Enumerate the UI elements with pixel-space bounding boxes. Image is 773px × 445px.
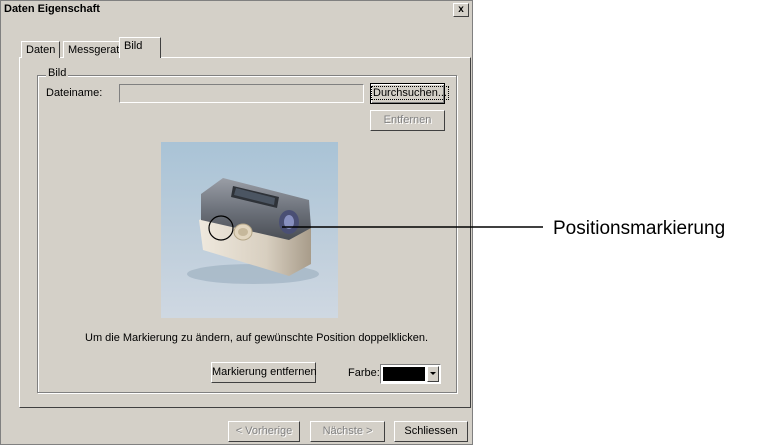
tab-bild[interactable]: Bild (119, 37, 161, 58)
callout-label: Positionsmarkierung (553, 218, 726, 239)
